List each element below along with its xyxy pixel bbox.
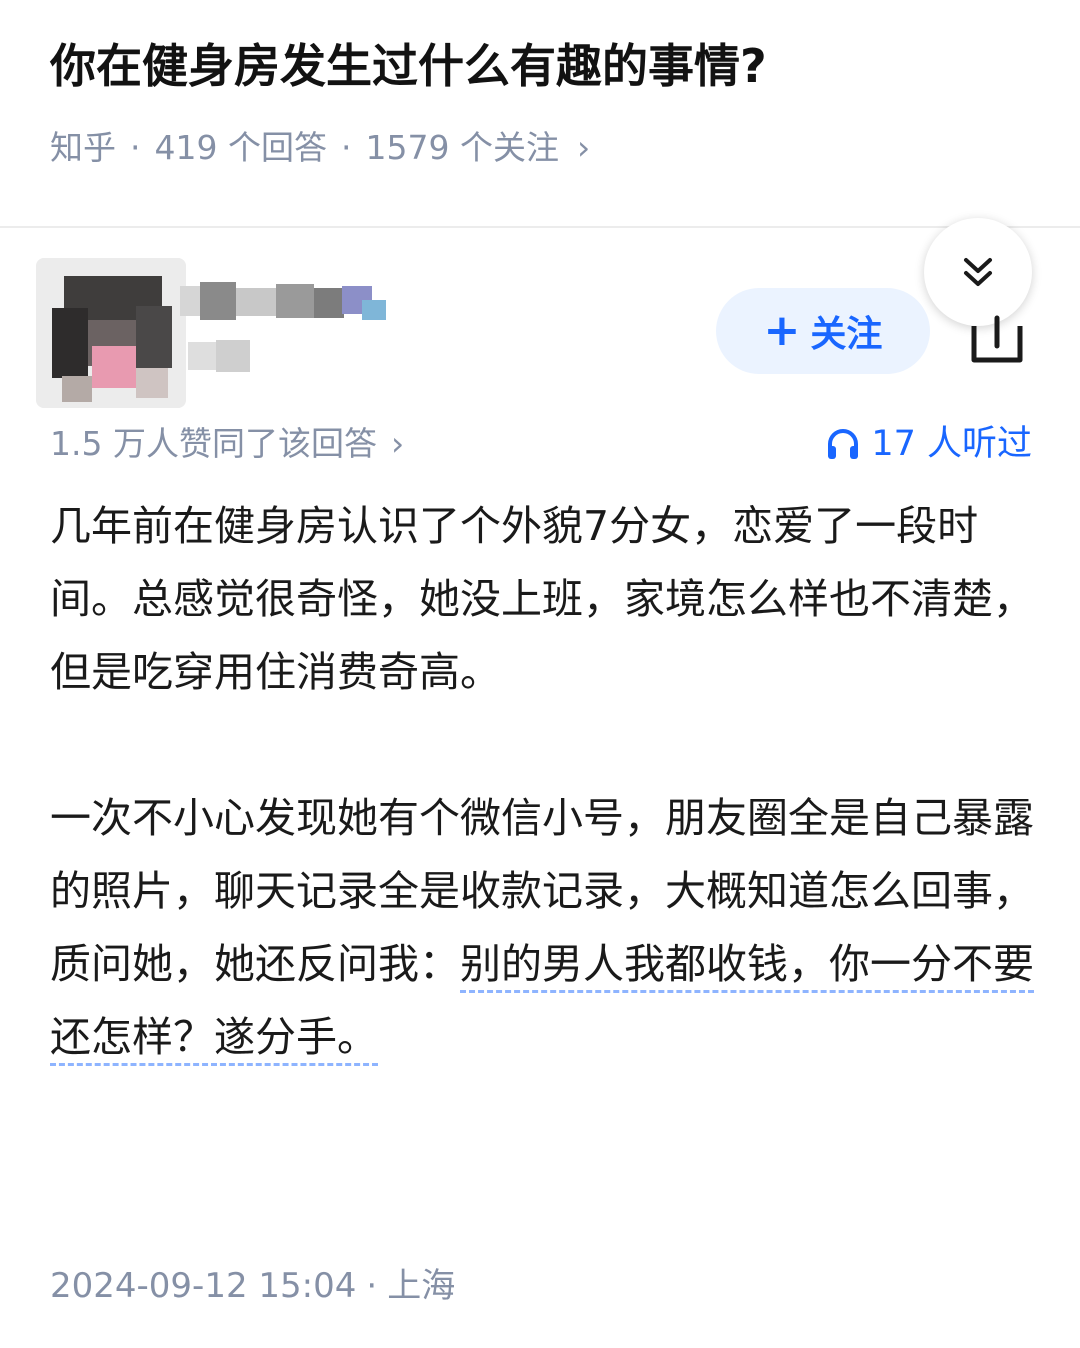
collapse-button[interactable] [924,218,1032,326]
chevron-right-icon: › [390,424,405,463]
answer-footer: 2024-09-12 15:04 · 上海 [50,1258,455,1314]
publish-date: 2024-09-12 15:04 [50,1266,357,1306]
ip-location: 上海 [387,1266,456,1306]
listen-count-label: 17 人听过 [871,424,1032,464]
follow-button[interactable]: + 关注 [716,288,930,374]
chevron-right-icon: › [576,128,591,167]
answer-count: 419 个回答 [154,128,327,167]
author-headline [188,336,268,376]
follower-count: 1579 个关注 [365,128,559,167]
separator-dot: · [130,128,141,167]
answer-paragraph: 一次不小心发现她有个微信小号，朋友圈全是自己暴露的照片，聊天记录全是收款记录，大… [50,782,1034,1074]
follow-label: 关注 [810,314,883,355]
answer-paragraph: 几年前在健身房认识了个外貌7分女，恋爱了一段时间。总感觉很奇怪，她没上班，家境怎… [50,502,1034,696]
share-icon[interactable] [962,312,1032,368]
upvote-count: 1.5 万人赞同了该回答 [50,424,377,463]
double-chevron-down-icon [964,258,992,286]
divider [0,226,1080,228]
author-avatar[interactable] [36,258,186,408]
listen-count[interactable]: 17 人听过 [825,416,1032,472]
question-meta[interactable]: 知乎 · 419 个回答 · 1579 个关注 › [50,122,590,174]
source-label: 知乎 [50,128,116,167]
headphones-icon [828,429,859,459]
answer-content: 几年前在健身房认识了个外貌7分女，恋爱了一段时间。总感觉很奇怪，她没上班，家境怎… [50,490,1034,1074]
separator-dot: · [340,128,352,167]
plus-icon: + [763,305,801,356]
separator-dot: · [366,1266,378,1306]
author-name[interactable] [180,282,410,322]
upvote-summary[interactable]: 1.5 万人赞同了该回答 › [50,416,404,472]
question-title[interactable]: 你在健身房发生过什么有趣的事情? [50,34,1030,98]
